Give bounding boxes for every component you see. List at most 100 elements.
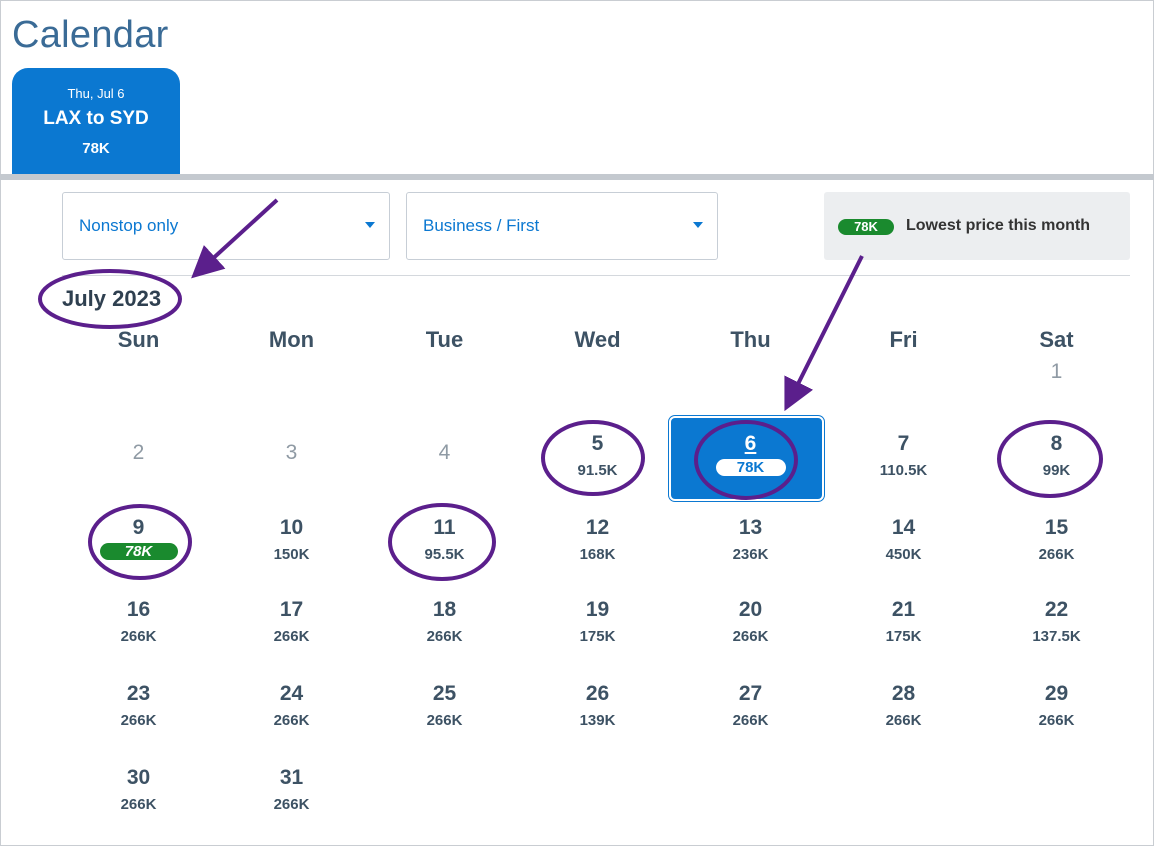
calendar-day[interactable]: 12 168K [521,516,674,563]
day-number: 23 [126,682,151,705]
day-price: 266K [273,712,310,729]
calendar-day[interactable]: 17 266K [215,598,368,645]
day-price: 99K [1042,462,1071,479]
day-price: 266K [1038,712,1075,729]
day-price: 91.5K [577,462,618,479]
weekday-label: Sun [117,327,160,352]
calendar-day[interactable]: 16 266K [62,598,215,645]
day-price: 266K [120,712,157,729]
month-title: July 2023 [62,286,162,311]
day-price: 168K [579,546,616,563]
day-number: 3 [285,441,298,464]
calendar-day[interactable]: 18 266K [368,598,521,645]
calendar-day[interactable]: 30 266K [62,766,215,813]
day-price: 266K [1038,546,1075,563]
day-number: 15 [1044,516,1069,539]
day-price: 78K [99,543,178,560]
day-number: 29 [1044,682,1069,705]
day-price: 236K [732,546,769,563]
weekday-label: Mon [268,327,315,352]
day-price: 450K [885,546,922,563]
day-number: 22 [1044,598,1069,621]
page-title: Calendar [12,14,169,56]
calendar-day[interactable]: 24 266K [215,682,368,729]
calendar-day[interactable]: 8 99K [980,432,1133,479]
calendar-day[interactable]: 23 266K [62,682,215,729]
calendar-day[interactable]: 22 137.5K [980,598,1133,645]
calendar-day[interactable]: 14 450K [827,516,980,563]
day-number: 20 [738,598,763,621]
day-price: 139K [579,712,616,729]
day-price: 266K [273,628,310,645]
day-price: 150K [273,546,310,563]
calendar-day[interactable]: 7 110.5K [827,432,980,479]
flight-tab-route: LAX to SYD [43,108,149,129]
cabin-dropdown[interactable]: Business / First [406,192,718,260]
day-number: 17 [279,598,304,621]
weekday-label: Wed [574,327,621,352]
day-number: 19 [585,598,610,621]
stops-dropdown[interactable]: Nonstop only [62,192,390,260]
calendar-day[interactable]: 5 91.5K [521,432,674,479]
day-number: 27 [738,682,763,705]
weekday-label: Fri [889,327,918,352]
day-price: 266K [732,628,769,645]
day-number: 8 [1050,432,1063,455]
day-number: 11 [433,516,456,539]
calendar-day[interactable]: 6 78K [674,432,827,477]
cabin-dropdown-label: Business / First [423,216,540,235]
day-number: 4 [438,441,451,464]
calendar-day[interactable]: 27 266K [674,682,827,729]
calendar-day[interactable]: 31 266K [215,766,368,813]
day-number: 16 [126,598,151,621]
flight-tab-price: 78K [82,140,110,157]
day-price: 266K [732,712,769,729]
day-price: 175K [885,628,922,645]
day-price: 95.5K [424,546,465,563]
day-number: 21 [891,598,916,621]
day-number: 31 [279,766,304,789]
calendar-day: 1 [980,360,1133,384]
flight-tab-date: Thu, Jul 6 [67,86,125,101]
calendar-day[interactable]: 26 139K [521,682,674,729]
day-number: 30 [126,766,151,789]
day-price: 266K [426,628,463,645]
day-number: 13 [738,516,763,539]
weekday-label: Tue [425,327,464,352]
calendar-day[interactable]: 13 236K [674,516,827,563]
calendar-day[interactable]: 19 175K [521,598,674,645]
weekday-label: Thu [730,327,771,352]
calendar-day[interactable]: 25 266K [368,682,521,729]
calendar-day: 2 [62,441,215,465]
day-number: 26 [585,682,610,705]
day-number: 14 [891,516,916,539]
day-number: 7 [897,432,910,455]
calendar-day[interactable]: 15 266K [980,516,1133,563]
day-number: 6 [744,432,757,455]
day-price: 137.5K [1032,628,1081,645]
divider [62,275,1130,276]
calendar-day[interactable]: 29 266K [980,682,1133,729]
day-number: 25 [432,682,457,705]
lowest-price-pill: 78K [838,219,894,235]
calendar-day[interactable]: 9 78K [62,516,215,561]
calendar-day: 4 [368,441,521,465]
stops-dropdown-label: Nonstop only [79,216,179,235]
legend-text: Lowest price this month [906,217,1091,234]
weekday-label: Sat [1039,327,1074,352]
calendar-day[interactable]: 21 175K [827,598,980,645]
tab-strip [0,174,1154,180]
day-price: 266K [120,628,157,645]
calendar-day[interactable]: 28 266K [827,682,980,729]
chevron-down-icon [693,222,703,228]
calendar-day[interactable]: 11 95.5K [368,516,521,563]
day-price: 175K [579,628,616,645]
calendar-day[interactable]: 10 150K [215,516,368,563]
day-number: 1 [1050,360,1063,383]
day-number: 5 [591,432,604,455]
flight-tab[interactable]: Thu, Jul 6 LAX to SYD 78K [12,68,180,174]
calendar-day[interactable]: 20 266K [674,598,827,645]
day-price: 78K [715,459,786,476]
day-number: 24 [279,682,304,705]
day-number: 10 [279,516,304,539]
